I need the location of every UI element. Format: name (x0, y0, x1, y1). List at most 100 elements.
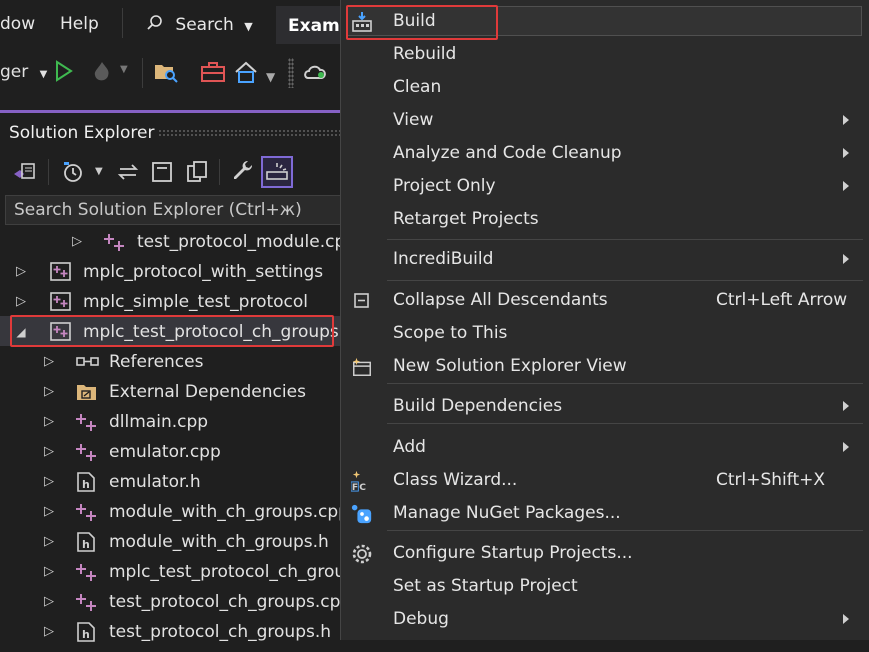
switch-views-button[interactable] (10, 157, 40, 187)
menu-item-retarget-projects[interactable]: Retarget Projects (341, 203, 869, 236)
tree-row[interactable]: ▷ mplc_test_protocol_ch_group (0, 557, 356, 587)
tree-row-label: module_with_ch_groups.cpp (109, 502, 349, 522)
menu-item-add[interactable]: Add (341, 431, 869, 464)
menu-item-class-wizard[interactable]: F C Class Wizard... Ctrl+Shift+X (341, 464, 869, 497)
cpp-file-icon (76, 502, 96, 522)
menu-item-new-solution-explorer-view[interactable]: New Solution Explorer View (341, 350, 869, 383)
preview-selected-items-button[interactable] (261, 156, 293, 188)
tree-row[interactable]: ▷ dllmain.cpp (0, 407, 345, 437)
svg-text:C: C (359, 482, 366, 493)
cpp-file-icon (76, 442, 96, 462)
solution-explorer-search-input[interactable]: Search Solution Explorer (Ctrl+ж) (5, 195, 345, 225)
expand-arrow-icon[interactable]: ▷ (42, 377, 56, 407)
tree-row[interactable]: ▷ h test_protocol_ch_groups.h (0, 617, 345, 647)
expand-arrow-icon[interactable]: ▷ (42, 407, 56, 437)
menu-item-manage-nuget-packages[interactable]: Manage NuGet Packages... (341, 497, 869, 530)
menu-item-rebuild[interactable]: Rebuild (341, 38, 869, 71)
menu-item-debug[interactable]: Debug (341, 603, 869, 636)
tree-row-label: test_protocol_ch_groups.cpp (109, 592, 352, 612)
svg-text:h: h (82, 478, 90, 491)
tree-row[interactable]: ▷ External Dependencies (0, 377, 345, 407)
tree-row[interactable]: ▷ test_protocol_ch_groups.cpp (0, 587, 351, 617)
properties-button[interactable] (228, 157, 258, 187)
menu-item-clean[interactable]: Clean (341, 71, 869, 104)
expand-arrow-icon[interactable]: ▷ (42, 467, 56, 497)
menu-item-label: Collapse All Descendants (393, 290, 608, 310)
menu-item-collapse-all-descendants[interactable]: Collapse All Descendants Ctrl+Left Arrow (341, 284, 869, 317)
preview-icon (266, 163, 288, 180)
menu-item-scope-to-this[interactable]: Scope to This (341, 317, 869, 350)
expand-arrow-icon[interactable]: ▷ (42, 347, 56, 377)
menu-item-build-dependencies[interactable]: Build Dependencies (341, 390, 869, 423)
menu-item-configure-startup-projects[interactable]: Configure Startup Projects... (341, 537, 869, 570)
submenu-arrow-icon (843, 442, 849, 452)
tree-row[interactable]: ▷ h module_with_ch_groups.h (0, 527, 345, 557)
menu-window[interactable]: dow (0, 14, 35, 34)
menu-item-incredibuild[interactable]: IncrediBuild (341, 243, 869, 276)
menu-help[interactable]: Help (60, 14, 99, 34)
menu-item-shortcut: Ctrl+Shift+X (716, 470, 826, 490)
header-file-icon: h (76, 472, 96, 492)
pending-changes-filter-button[interactable] (58, 157, 88, 187)
header-file-icon: h (76, 622, 96, 642)
expand-arrow-icon[interactable]: ▷ (42, 437, 56, 467)
tree-row-label: mplc_simple_test_protocol (83, 292, 309, 312)
menu-item-view[interactable]: View (341, 104, 869, 137)
menu-item-set-as-startup-project[interactable]: Set as Startup Project (341, 570, 869, 603)
menu-separator (387, 239, 863, 240)
menu-item-label: Rebuild (393, 44, 457, 64)
chevron-down-icon[interactable]: ▼ (266, 70, 275, 84)
tree-row[interactable]: ▷ mplc_protocol_with_settings (0, 257, 345, 287)
menu-item-project-only[interactable]: Project Only (341, 170, 869, 203)
find-in-files-icon[interactable] (153, 60, 179, 84)
chevron-down-icon[interactable]: ▼ (95, 166, 103, 177)
start-debug-icon[interactable] (54, 60, 74, 82)
menu-item-label: Set as Startup Project (393, 576, 578, 596)
search-label: Search (175, 15, 234, 35)
panel-grip[interactable] (158, 129, 343, 137)
build-highlight-box (346, 5, 498, 40)
home-icon[interactable] (233, 60, 259, 86)
expand-arrow-icon[interactable]: ▷ (42, 497, 56, 527)
expand-arrow-icon[interactable]: ▷ (70, 227, 84, 257)
menu-item-analyze-and-code-cleanup[interactable]: Analyze and Code Cleanup (341, 137, 869, 170)
expand-arrow-icon[interactable]: ▷ (42, 557, 56, 587)
context-menu: Build Rebuild Clean View Analyze and Code Cl… (340, 0, 869, 640)
search-button[interactable]: Search ▼ (146, 14, 253, 35)
hot-reload-icon[interactable] (90, 60, 114, 84)
tree-row[interactable]: ▷ mplc_simple_test_protocol (0, 287, 345, 317)
collapse-all-button[interactable] (147, 157, 177, 187)
tree-row-label: module_with_ch_groups.h (109, 532, 329, 552)
toolbox-icon[interactable] (200, 60, 226, 84)
menu-item-label: Analyze and Code Cleanup (393, 143, 622, 163)
tree-row-label: mplc_protocol_with_settings (83, 262, 324, 282)
expand-arrow-icon[interactable]: ▷ (42, 527, 56, 557)
tree-row[interactable]: ▷ h emulator.h (0, 467, 345, 497)
tree-row-label: External Dependencies (109, 382, 306, 402)
debugger-dropdown[interactable]: ger ▼ (0, 62, 47, 82)
menu-item-label: IncrediBuild (393, 249, 494, 269)
gear-icon (351, 543, 373, 565)
tree-row-label: emulator.cpp (109, 442, 221, 462)
tree-row[interactable]: ▷ test_protocol_module.cpp (0, 227, 356, 257)
menu-item-label: Configure Startup Projects... (393, 543, 633, 563)
tree-row[interactable]: ▷ emulator.cpp (0, 437, 345, 467)
tree-row[interactable]: ▷ References (0, 347, 345, 377)
document-tab[interactable]: Examp (276, 6, 346, 44)
header-file-icon: h (76, 532, 96, 552)
tree-row[interactable]: ▷ module_with_ch_groups.cpp (0, 497, 349, 527)
submenu-arrow-icon (843, 401, 849, 411)
expand-arrow-icon[interactable]: ▷ (42, 587, 56, 617)
menu-item-label: Retarget Projects (393, 209, 539, 229)
vs-solution-icon (14, 163, 35, 179)
sync-with-document-button[interactable] (113, 157, 143, 187)
svg-text:h: h (82, 628, 90, 641)
new-view-icon (351, 356, 373, 378)
expand-arrow-icon[interactable]: ▷ (14, 257, 28, 287)
cpp-file-icon (76, 412, 96, 432)
show-all-files-button[interactable] (182, 157, 212, 187)
expand-arrow-icon[interactable]: ▷ (42, 617, 56, 647)
expand-arrow-icon[interactable]: ▷ (14, 287, 28, 317)
chevron-down-icon[interactable]: ▼ (120, 64, 128, 75)
cloud-icon[interactable] (302, 60, 330, 84)
